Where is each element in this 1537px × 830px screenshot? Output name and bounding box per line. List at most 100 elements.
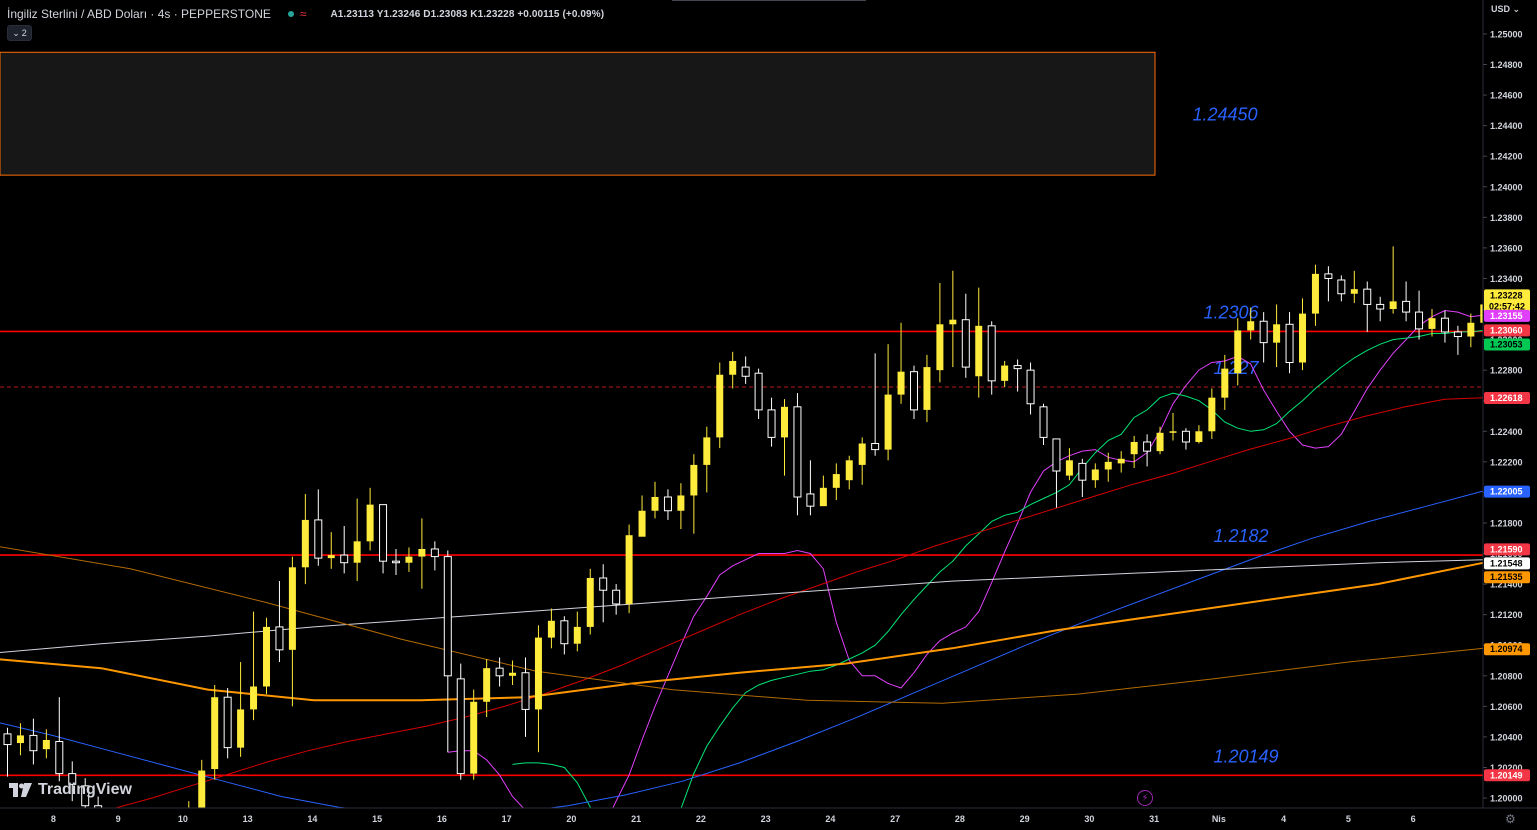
candle-body — [405, 556, 413, 563]
candle-body — [1247, 321, 1255, 331]
candle-body — [1208, 397, 1216, 432]
candle-body — [1091, 469, 1099, 481]
y-tick-label: 1.20600 — [1490, 702, 1523, 712]
candle-body — [1052, 438, 1061, 472]
candle-body — [793, 406, 802, 498]
candle-body — [250, 686, 258, 710]
logo-text: TradingView — [38, 781, 132, 798]
candle-body — [456, 678, 465, 775]
price-tag-value: 1.23060 — [1490, 325, 1523, 335]
y-tick-label: 1.23600 — [1490, 243, 1523, 253]
candle-body — [845, 460, 853, 481]
candle-body — [1156, 432, 1164, 452]
y-tick-label: 1.24000 — [1490, 182, 1523, 192]
candle-body — [781, 406, 788, 438]
candle-body — [923, 367, 931, 410]
candle-body — [16, 735, 24, 744]
candle-body — [392, 560, 400, 564]
price-tag-value: 1.23155 — [1490, 311, 1523, 321]
candle-body — [936, 324, 944, 371]
candle-body — [509, 672, 517, 676]
currency-label: USD — [1491, 4, 1511, 14]
candle-body — [366, 504, 374, 542]
y-tick-label: 1.24400 — [1490, 121, 1523, 131]
price-chart[interactable]: 1.244501.23061.2271.21821.201491.250001.… — [0, 0, 1537, 830]
candle-body — [237, 709, 245, 748]
candle-body — [1143, 441, 1152, 452]
candle-body — [1415, 311, 1424, 330]
x-tick-label: 22 — [696, 814, 706, 824]
candle-body — [832, 474, 840, 488]
candle-body — [858, 443, 866, 465]
candle-body — [690, 464, 698, 496]
indicators-toggle[interactable]: ⌄ 2 — [7, 25, 32, 41]
candle-body — [301, 519, 309, 568]
candle-body — [1104, 461, 1112, 470]
candle-body — [1273, 324, 1281, 343]
candle-body — [353, 541, 361, 563]
y-tick-label: 1.20000 — [1490, 794, 1523, 804]
candle-body — [3, 733, 12, 746]
level-label: 1.20149 — [1213, 746, 1278, 766]
candle-body — [819, 487, 827, 507]
candle-body — [327, 555, 335, 559]
candle-body — [1039, 406, 1048, 438]
candle-body — [1299, 313, 1306, 363]
candle-body — [987, 325, 996, 382]
candle-body — [1065, 460, 1073, 476]
candle-body — [1285, 323, 1294, 364]
supply-zone — [0, 51, 1156, 176]
y-tick-label: 1.22400 — [1490, 427, 1523, 437]
candle-body — [1026, 369, 1035, 405]
moving-average-line — [0, 546, 1484, 704]
zone-label: 1.24450 — [1192, 105, 1257, 125]
candle-body — [1376, 303, 1385, 310]
countdown-timer: 02:57:42 — [1489, 301, 1525, 311]
candle-body — [910, 371, 918, 411]
currency-selector[interactable]: USD ⌄ — [1491, 4, 1520, 15]
candle-body — [483, 668, 491, 702]
candle-body — [612, 589, 621, 605]
candle-body — [534, 637, 542, 710]
y-tick-label: 1.22800 — [1490, 366, 1523, 376]
candle-body — [443, 556, 452, 677]
candle-body — [1440, 317, 1449, 333]
candle-body — [1389, 301, 1397, 310]
candle-body — [42, 739, 50, 750]
x-tick-label: 9 — [116, 814, 121, 824]
candle-body — [806, 493, 815, 507]
symbol-title[interactable]: İngiliz Sterlini / ABD Doları · 4s · PEP… — [7, 7, 271, 21]
x-tick-label: 16 — [437, 814, 447, 824]
candle-body — [1453, 331, 1462, 338]
lightning-icon[interactable]: ⚡ — [1137, 790, 1153, 806]
candle-body — [29, 734, 38, 752]
candle-body — [871, 443, 880, 451]
wave-icon: ≈ — [299, 7, 307, 21]
candle-body — [1078, 462, 1087, 481]
candle-body — [1130, 441, 1138, 455]
y-tick-label: 1.24800 — [1490, 60, 1523, 70]
candle-body — [560, 620, 569, 645]
candle-body — [741, 366, 750, 377]
x-tick-label: 17 — [502, 814, 512, 824]
x-tick-label: 5 — [1346, 814, 1351, 824]
candle-body — [314, 519, 323, 559]
y-tick-label: 1.21200 — [1490, 610, 1523, 620]
candle-body — [418, 548, 426, 557]
y-tick-label: 1.23800 — [1490, 213, 1523, 223]
gear-icon[interactable]: ⚙ — [1505, 812, 1516, 826]
candle-body — [1324, 273, 1333, 279]
y-tick-label: 1.22200 — [1490, 457, 1523, 467]
candle-body — [961, 319, 970, 368]
candle-body — [949, 319, 957, 325]
x-tick-label: 21 — [631, 814, 641, 824]
x-tick-label: 24 — [825, 814, 835, 824]
tradingview-logo: TradingView — [9, 781, 132, 799]
x-tick-label: 31 — [1149, 814, 1159, 824]
candle-body — [767, 409, 776, 438]
candle-body — [55, 741, 64, 775]
candle-body — [1169, 431, 1177, 433]
candle-body — [547, 620, 555, 638]
y-tick-label: 1.20400 — [1490, 732, 1523, 742]
candle-body — [975, 325, 983, 377]
